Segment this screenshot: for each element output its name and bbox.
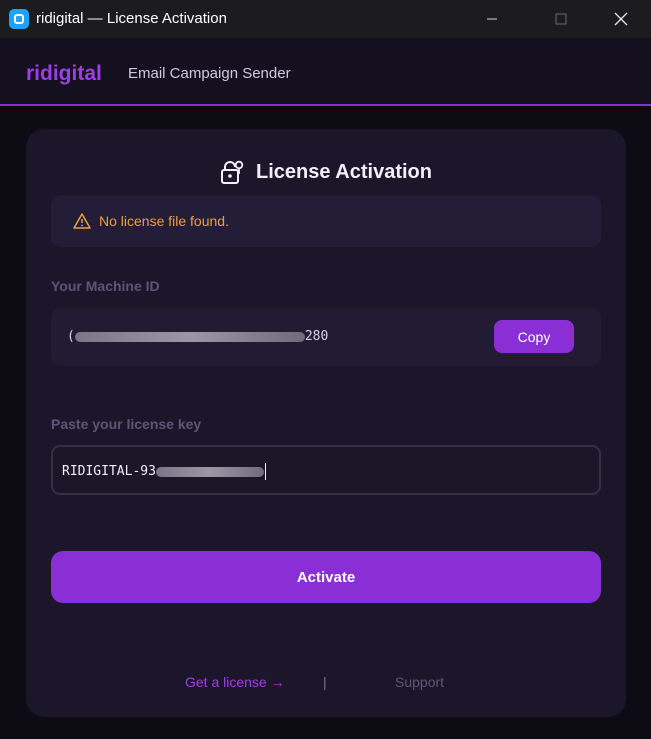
warning-icon	[73, 213, 91, 229]
brand-logo: ridigital	[26, 62, 102, 85]
minimize-icon[interactable]	[469, 0, 515, 38]
redacted-text	[74, 331, 305, 342]
window-titlebar: ridigital — License Activation	[0, 0, 651, 38]
lock-key-icon	[220, 159, 244, 185]
machine-id-value: ( 280	[67, 329, 328, 344]
license-key-label: Paste your license key	[51, 416, 202, 432]
close-icon[interactable]	[598, 0, 644, 38]
redacted-text	[155, 466, 264, 477]
license-card: License Activation No license file found…	[26, 129, 626, 717]
window-title: ridigital — License Activation	[36, 10, 227, 27]
support-link[interactable]: Support	[395, 674, 444, 690]
app-header: ridigital Email Campaign Sender	[0, 38, 651, 106]
license-key-input[interactable]: RIDIGITAL-93	[51, 445, 601, 495]
machine-id-label: Your Machine ID	[51, 278, 160, 294]
machine-id-suffix: 280	[304, 329, 329, 344]
card-title: License Activation	[26, 159, 626, 185]
footer-separator: |	[323, 674, 327, 690]
license-alert: No license file found.	[51, 195, 601, 247]
get-license-link[interactable]: Get a license →	[185, 674, 285, 690]
app-icon	[9, 9, 29, 29]
text-caret	[264, 463, 266, 480]
license-key-value: RIDIGITAL-93	[62, 463, 266, 480]
maximize-icon[interactable]	[538, 0, 584, 38]
license-key-text: RIDIGITAL-93	[62, 464, 156, 479]
machine-id-prefix: (	[67, 329, 75, 344]
alert-message: No license file found.	[99, 213, 229, 229]
card-title-text: License Activation	[256, 160, 432, 183]
copy-button[interactable]: Copy	[494, 320, 574, 353]
app-subtitle: Email Campaign Sender	[128, 65, 291, 82]
machine-id-box: ( 280 Copy	[51, 308, 601, 366]
activate-button[interactable]: Activate	[51, 551, 601, 603]
